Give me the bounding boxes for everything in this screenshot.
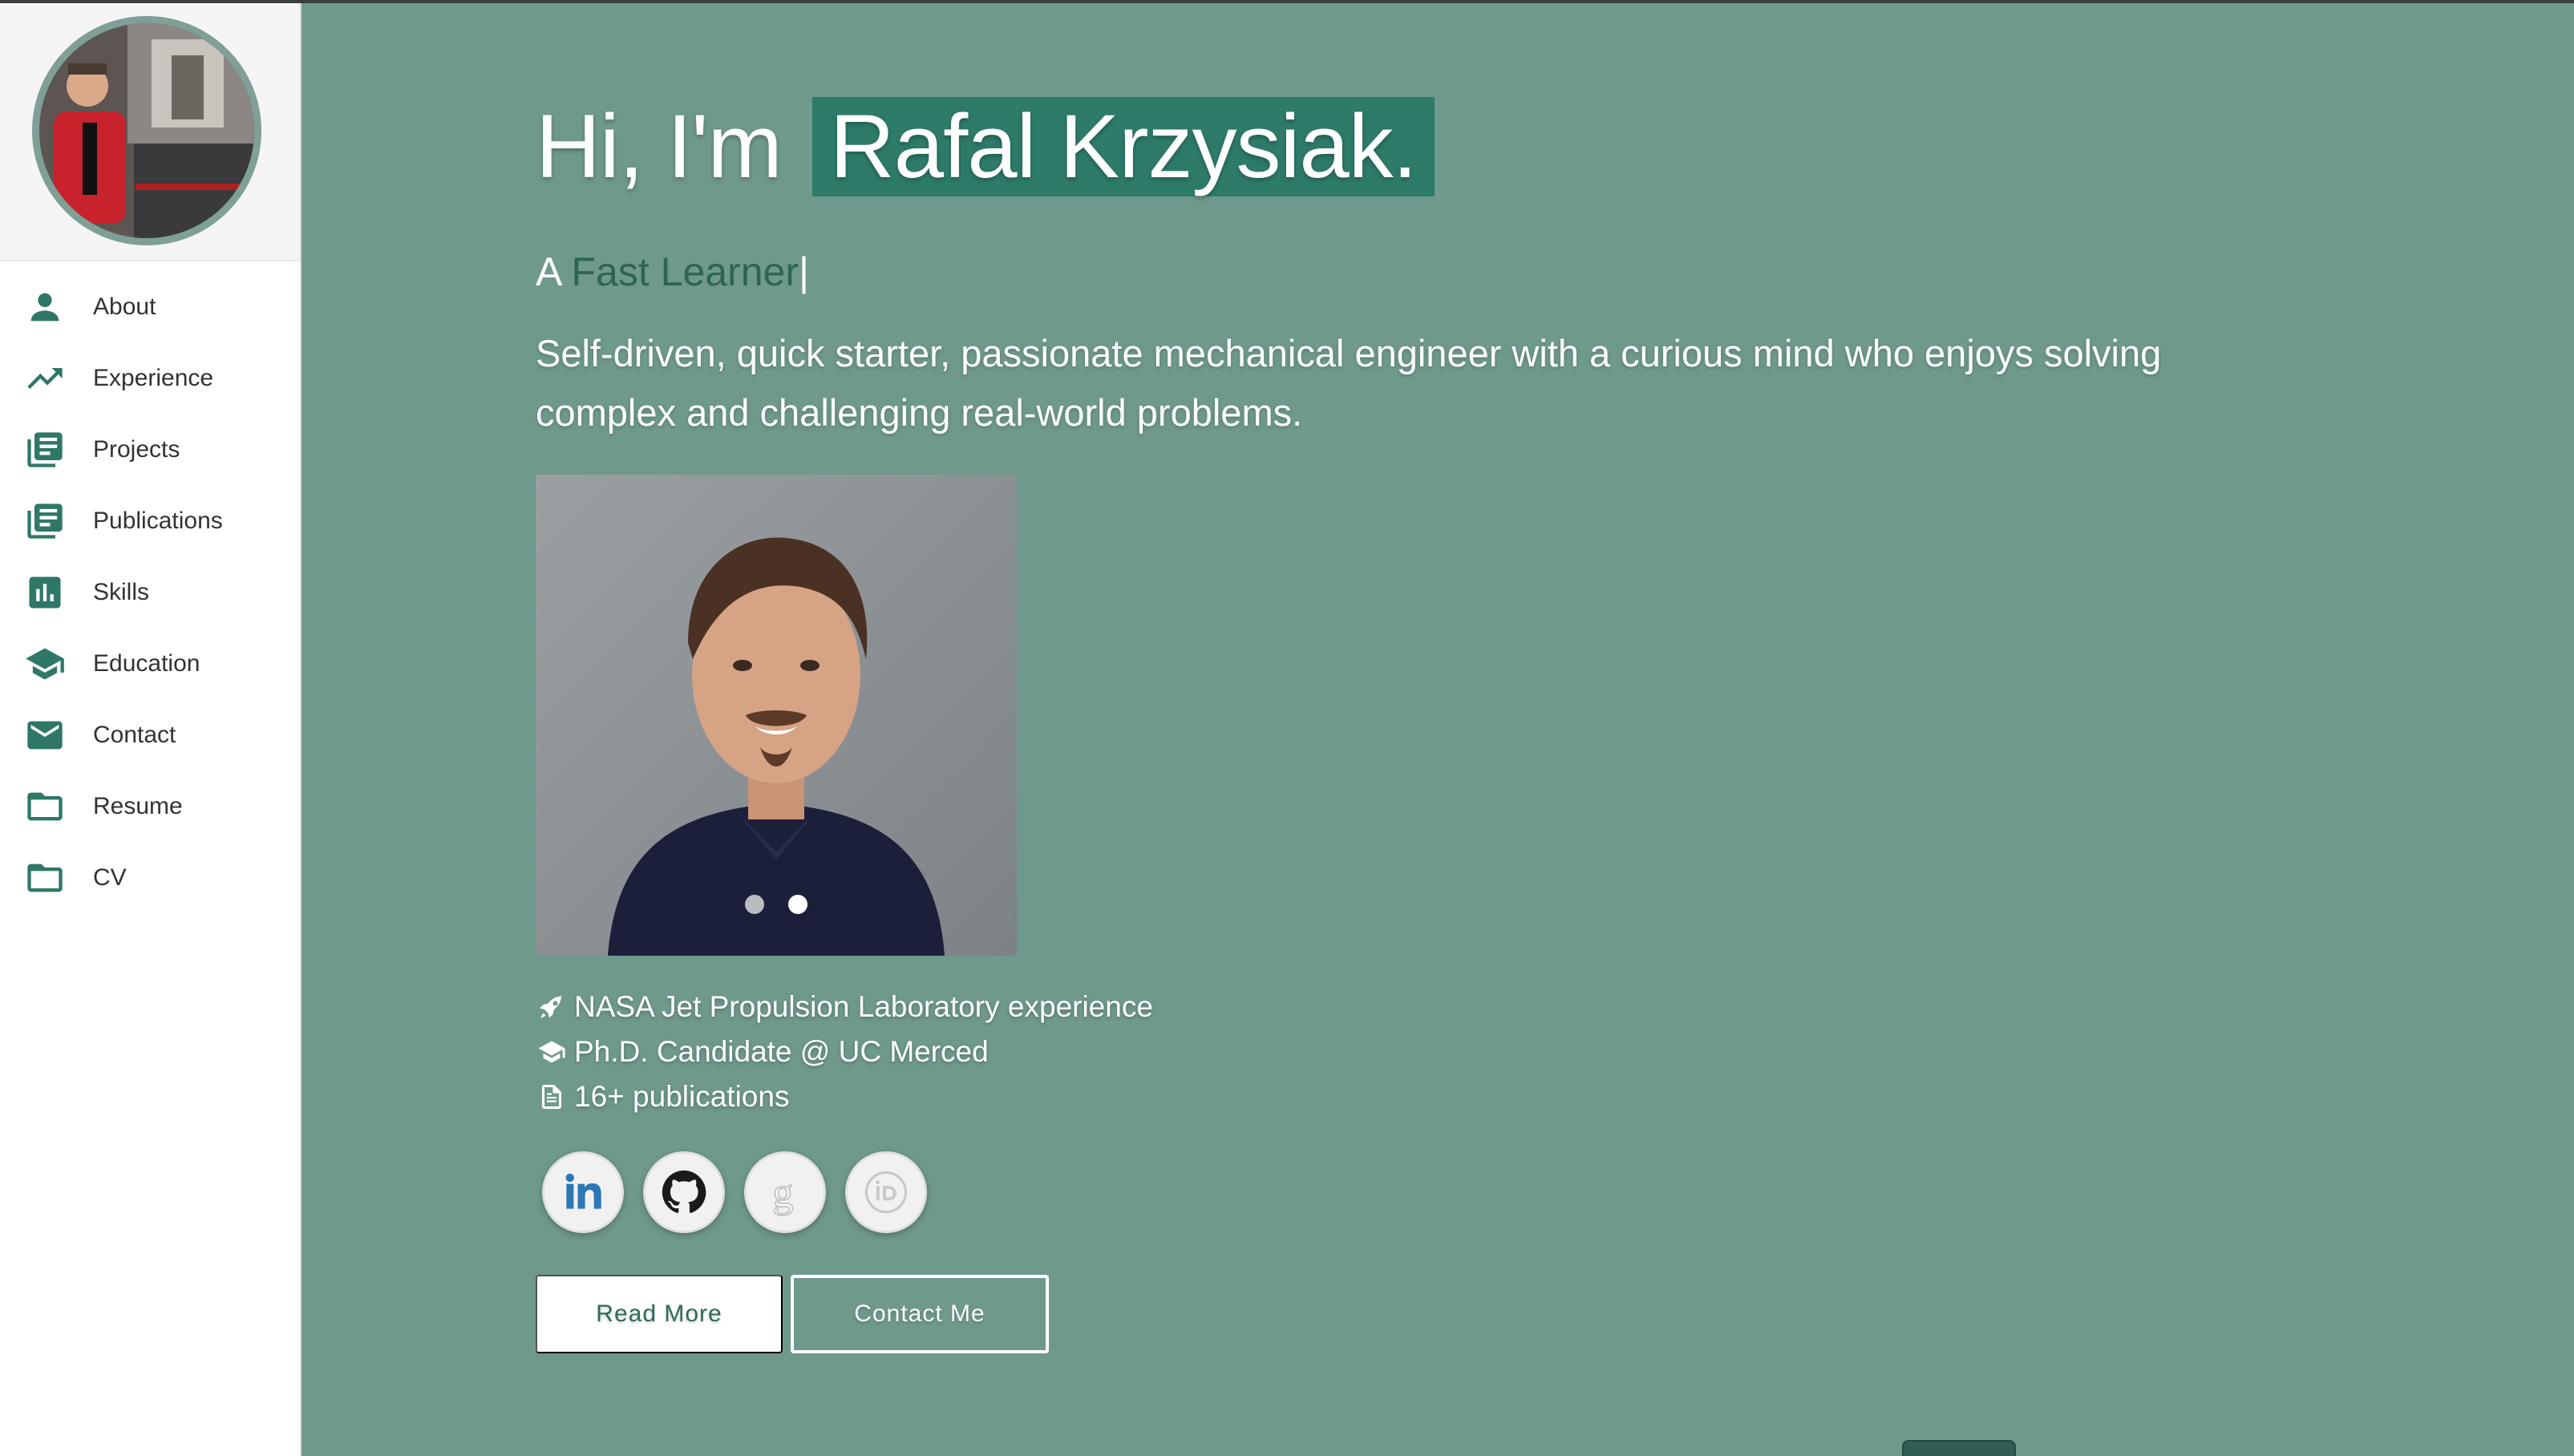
trending-up-icon bbox=[24, 358, 66, 399]
hero-headline: Hi, I'm Rafal Krzysiak. bbox=[536, 95, 1435, 198]
bar-chart-icon bbox=[24, 572, 66, 613]
sidebar-item-label: Publications bbox=[93, 507, 223, 534]
fact-item: Ph.D. Candidate @ UC Merced bbox=[536, 1029, 1153, 1074]
github-icon[interactable] bbox=[643, 1151, 725, 1233]
folder-icon bbox=[24, 857, 66, 899]
person-icon bbox=[24, 286, 66, 328]
facts-list: NASA Jet Propulsion Laboratory experienc… bbox=[536, 985, 1153, 1119]
sidebar-item-label: CV bbox=[93, 863, 127, 891]
sidebar-item-label: Education bbox=[93, 649, 200, 677]
folder-icon bbox=[24, 786, 66, 827]
mail-icon bbox=[24, 714, 66, 756]
typed-tagline: A Fast Learner| bbox=[536, 249, 809, 295]
carousel-dot[interactable] bbox=[745, 895, 764, 914]
window-top-border bbox=[0, 0, 2574, 3]
google-scholar-icon[interactable]: g bbox=[744, 1151, 826, 1233]
hero-name: Rafal Krzysiak. bbox=[811, 97, 1435, 196]
rocket-icon bbox=[536, 991, 568, 1023]
graduation-cap-icon bbox=[24, 643, 66, 685]
fact-item: NASA Jet Propulsion Laboratory experienc… bbox=[536, 985, 1153, 1029]
typed-prefix: A bbox=[536, 249, 561, 294]
social-links: g bbox=[542, 1151, 927, 1233]
back-to-top-button[interactable] bbox=[1902, 1440, 2016, 1456]
avatar bbox=[32, 16, 261, 245]
sidebar-item-label: Experience bbox=[93, 364, 214, 391]
sidebar: About Experience Projects Publications S… bbox=[0, 0, 302, 1456]
sidebar-item-label: About bbox=[93, 293, 156, 320]
sidebar-item-resume[interactable]: Resume bbox=[0, 770, 300, 842]
library-books-icon bbox=[24, 500, 66, 542]
carousel-indicators bbox=[536, 895, 1017, 914]
photo-carousel[interactable] bbox=[536, 475, 1017, 956]
typed-cursor: | bbox=[798, 249, 809, 294]
sidebar-item-about[interactable]: About bbox=[0, 271, 300, 342]
svg-text:g: g bbox=[773, 1171, 794, 1216]
graduation-cap-icon bbox=[536, 1036, 568, 1068]
fact-item: 16+ publications bbox=[536, 1074, 1153, 1119]
sidebar-item-publications[interactable]: Publications bbox=[0, 485, 300, 556]
sidebar-item-contact[interactable]: Contact bbox=[0, 699, 300, 770]
carousel-dot-active[interactable] bbox=[788, 895, 807, 914]
sidebar-item-skills[interactable]: Skills bbox=[0, 556, 300, 628]
contact-me-button[interactable]: Contact Me bbox=[791, 1275, 1049, 1353]
portrait-photo bbox=[536, 475, 1017, 956]
sidebar-nav: About Experience Projects Publications S… bbox=[0, 261, 300, 913]
fact-text: NASA Jet Propulsion Laboratory experienc… bbox=[574, 990, 1153, 1023]
read-more-button[interactable]: Read More bbox=[536, 1275, 783, 1353]
file-text-icon bbox=[536, 1081, 568, 1113]
sidebar-item-label: Resume bbox=[93, 792, 183, 819]
orcid-icon[interactable] bbox=[845, 1151, 927, 1233]
sidebar-item-cv[interactable]: CV bbox=[0, 842, 300, 913]
sidebar-item-experience[interactable]: Experience bbox=[0, 342, 300, 414]
library-books-icon bbox=[24, 429, 66, 471]
hero-greeting: Hi, I'm bbox=[536, 96, 783, 196]
linkedin-icon[interactable] bbox=[542, 1151, 624, 1233]
sidebar-item-label: Contact bbox=[93, 721, 176, 748]
avatar-photo bbox=[39, 23, 254, 238]
typed-word: Fast Learner bbox=[571, 249, 799, 294]
fact-text: 16+ publications bbox=[574, 1080, 790, 1113]
fact-text: Ph.D. Candidate @ UC Merced bbox=[574, 1035, 989, 1068]
sidebar-item-label: Projects bbox=[93, 435, 180, 463]
sidebar-item-projects[interactable]: Projects bbox=[0, 414, 300, 485]
sidebar-item-education[interactable]: Education bbox=[0, 628, 300, 699]
hero-description: Self-driven, quick starter, passionate m… bbox=[536, 332, 2162, 434]
sidebar-item-label: Skills bbox=[93, 578, 150, 605]
sidebar-header bbox=[0, 0, 300, 261]
